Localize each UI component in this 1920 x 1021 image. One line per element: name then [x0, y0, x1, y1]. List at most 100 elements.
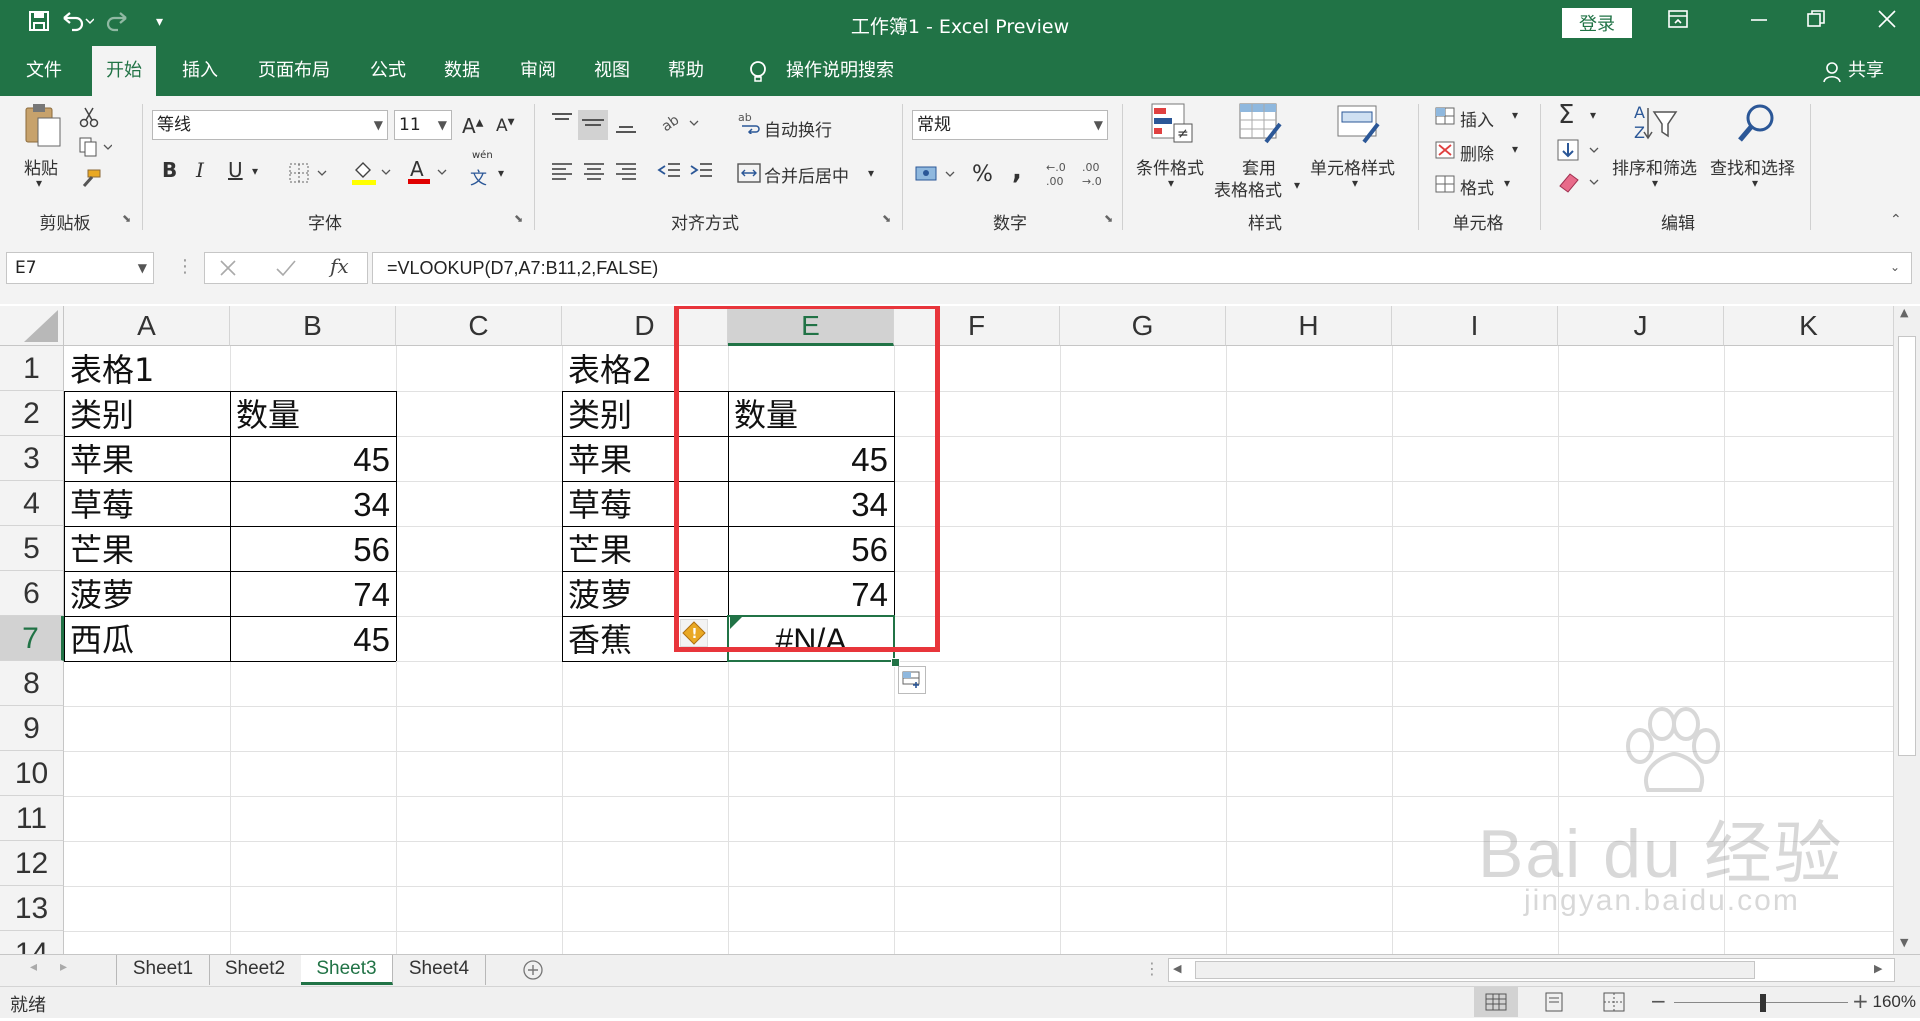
fill-color-icon[interactable] [350, 158, 394, 190]
row-header-6[interactable]: 6 [0, 571, 64, 616]
insert-function-icon[interactable]: fx [330, 254, 349, 278]
percent-button[interactable]: % [972, 162, 993, 187]
row-header-10[interactable]: 10 [0, 751, 64, 796]
row-header-11[interactable]: 11 [0, 796, 64, 841]
quick-analysis-icon[interactable] [898, 666, 926, 694]
table1-row4-category[interactable]: 菠萝 [64, 571, 230, 616]
align-top-icon[interactable] [548, 110, 576, 140]
column-header-g[interactable]: G [1060, 306, 1226, 346]
column-header-j[interactable]: J [1558, 306, 1724, 346]
sort-filter-dropdown-icon[interactable]: ▾ [1652, 176, 1658, 190]
vertical-scroll-thumb[interactable] [1898, 336, 1916, 756]
tab-file[interactable]: 文件 [12, 46, 76, 96]
clear-eraser-icon[interactable] [1556, 170, 1602, 198]
add-sheet-icon[interactable] [522, 959, 544, 981]
number-launcher-icon[interactable]: ⬊ [1104, 212, 1113, 225]
autosum-icon[interactable]: Σ [1558, 100, 1574, 130]
tab-view[interactable]: 视图 [580, 46, 644, 96]
row-header-1[interactable]: 1 [0, 346, 64, 391]
table1-row2-quantity[interactable]: 34 [230, 481, 396, 526]
row-header-13[interactable]: 13 [0, 886, 64, 931]
row-header-5[interactable]: 5 [0, 526, 64, 571]
format-cells-dropdown-icon[interactable]: ▾ [1504, 176, 1510, 190]
borders-icon[interactable] [288, 162, 328, 188]
formula-input[interactable]: =VLOOKUP(D7,A7:B11,2,FALSE) [372, 252, 1912, 284]
column-header-b[interactable]: B [230, 306, 396, 346]
font-size-select[interactable]: 11 ▼ [394, 110, 452, 140]
table1-row1-quantity[interactable]: 45 [230, 436, 396, 481]
zoom-level[interactable]: 160% [1860, 992, 1916, 1012]
login-button[interactable]: 登录 [1562, 8, 1632, 38]
fill-down-icon[interactable] [1556, 138, 1602, 166]
column-header-c[interactable]: C [396, 306, 562, 346]
sheet-tab-sheet2[interactable]: Sheet2 [209, 955, 302, 985]
insert-cells-button[interactable]: 插入 [1460, 106, 1494, 131]
font-color-icon[interactable]: A [406, 156, 450, 190]
scroll-up-icon[interactable]: ▲ [1900, 306, 1908, 319]
ribbon-display-icon[interactable] [1667, 8, 1689, 36]
italic-button[interactable]: I [196, 158, 204, 182]
shrink-font-button[interactable]: A▼ [496, 116, 515, 136]
clipboard-launcher-icon[interactable]: ⬊ [122, 212, 131, 225]
zoom-slider-thumb[interactable] [1760, 994, 1766, 1012]
tab-formulas[interactable]: 公式 [356, 46, 420, 96]
find-select-dropdown-icon[interactable]: ▾ [1752, 176, 1758, 190]
align-center-icon[interactable] [580, 160, 608, 188]
expand-formula-icon[interactable]: ⌄ [1890, 260, 1900, 274]
font-name-select[interactable]: 等线 ▼ [152, 110, 388, 140]
scroll-left-icon[interactable]: ◀ [1173, 962, 1181, 975]
name-box[interactable]: E7 ▼ [6, 252, 154, 284]
column-header-i[interactable]: I [1392, 306, 1558, 346]
tab-help[interactable]: 帮助 [654, 46, 718, 96]
row-header-4[interactable]: 4 [0, 481, 64, 526]
tab-review[interactable]: 审阅 [506, 46, 570, 96]
orientation-icon[interactable]: ab [659, 110, 700, 140]
conditional-dropdown-icon[interactable]: ▾ [1168, 176, 1174, 190]
format-cells-button[interactable]: 格式 [1460, 174, 1494, 199]
sheet-tab-sheet3[interactable]: Sheet3 [301, 955, 393, 985]
decrease-decimal-icon[interactable]: .00 →.0 [1080, 160, 1110, 192]
format-as-table-button[interactable]: 表格格式 [1214, 176, 1282, 201]
horizontal-scroll-thumb[interactable] [1195, 961, 1755, 979]
alignment-launcher-icon[interactable]: ⬊ [882, 212, 891, 225]
tab-home[interactable]: 开始 [92, 46, 156, 96]
table1-row4-quantity[interactable]: 74 [230, 571, 396, 616]
minimize-icon[interactable] [1748, 8, 1770, 36]
zoom-out-button[interactable]: − [1650, 989, 1667, 1013]
tell-me-search[interactable]: 操作说明搜索 [772, 46, 908, 96]
table1-title[interactable]: 表格1 [64, 346, 264, 391]
share-button[interactable]: 共享 [1834, 46, 1898, 96]
delete-cells-dropdown-icon[interactable]: ▾ [1512, 142, 1518, 156]
table1-header-quantity[interactable]: 数量 [230, 391, 396, 436]
column-header-a[interactable]: A [64, 306, 230, 346]
normal-view-button[interactable] [1474, 987, 1518, 1017]
merge-dropdown-icon[interactable]: ▾ [868, 166, 874, 180]
row-header-12[interactable]: 12 [0, 841, 64, 886]
table1-header-category[interactable]: 类别 [64, 391, 230, 436]
increase-indent-icon[interactable] [688, 160, 716, 188]
table1-row3-quantity[interactable]: 56 [230, 526, 396, 571]
prev-sheet-icon[interactable]: ◂ [30, 959, 37, 975]
tab-page-layout[interactable]: 页面布局 [244, 46, 344, 96]
tab-insert[interactable]: 插入 [168, 46, 232, 96]
close-icon[interactable] [1876, 8, 1898, 36]
tab-data[interactable]: 数据 [430, 46, 494, 96]
merge-center-button[interactable]: 合并后居中 [764, 162, 849, 187]
select-all-corner[interactable] [0, 306, 64, 346]
table1-row2-category[interactable]: 草莓 [64, 481, 230, 526]
align-right-icon[interactable] [612, 160, 640, 188]
comma-button[interactable]: , [1012, 156, 1022, 186]
sheet-tab-sheet4[interactable]: Sheet4 [393, 955, 486, 985]
cancel-icon[interactable] [216, 256, 240, 284]
table1-row5-quantity[interactable]: 45 [230, 616, 396, 661]
paste-icon[interactable] [22, 102, 62, 154]
table1-row1-category[interactable]: 苹果 [64, 436, 230, 481]
row-header-7[interactable]: 7 [0, 616, 64, 661]
enter-check-icon[interactable] [274, 256, 298, 284]
number-format-select[interactable]: 常规 ▼ [912, 110, 1108, 140]
row-header-14[interactable]: 14 [0, 931, 64, 954]
page-break-view-button[interactable] [1594, 987, 1634, 1017]
underline-button[interactable]: U [228, 158, 243, 182]
column-header-k[interactable]: K [1724, 306, 1893, 346]
align-middle-icon[interactable] [578, 110, 608, 140]
